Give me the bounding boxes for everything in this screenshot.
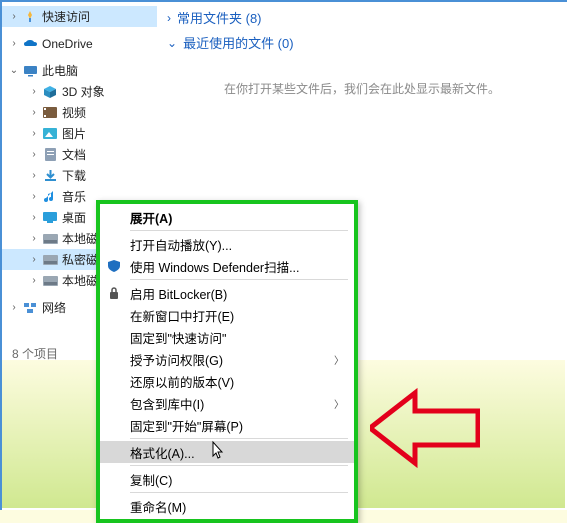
- tree-documents[interactable]: › 文档: [2, 144, 157, 165]
- empty-hint-text: 在你打开某些文件后，我们会在此处显示最新文件。: [167, 80, 557, 97]
- ctx-label: 固定到"开始"屏幕(P): [130, 416, 243, 435]
- network-icon: [22, 300, 38, 316]
- ctx-label: 展开(A): [130, 208, 172, 227]
- tree-label: OneDrive: [42, 37, 93, 51]
- ctx-label: 固定到"快速访问": [130, 328, 226, 347]
- ctx-expand[interactable]: 展开(A): [100, 206, 354, 228]
- caret-right-icon: ›: [28, 149, 40, 160]
- drive-icon: [42, 231, 58, 247]
- download-icon: [42, 168, 58, 184]
- shield-icon: [106, 258, 122, 274]
- caret-right-icon: ›: [8, 302, 20, 313]
- drive-icon: [42, 252, 58, 268]
- caret-right-icon: ›: [8, 38, 20, 49]
- separator: [130, 279, 348, 280]
- ctx-restore[interactable]: 还原以前的版本(V): [100, 370, 354, 392]
- ctx-label: 在新窗口中打开(E): [130, 306, 234, 325]
- tree-label: 快速访问: [42, 8, 90, 25]
- pc-icon: [22, 63, 38, 79]
- ctx-label: 使用 Windows Defender扫描...: [130, 257, 300, 276]
- caret-down-icon: ⌄: [167, 36, 177, 50]
- caret-right-icon: ›: [28, 86, 40, 97]
- tree-label: 图片: [62, 125, 86, 142]
- ctx-new-window[interactable]: 在新窗口中打开(E): [100, 304, 354, 326]
- tree-label: 桌面: [62, 209, 86, 226]
- ctx-label: 启用 BitLocker(B): [130, 284, 227, 303]
- chevron-right-icon: 〉: [334, 352, 344, 367]
- caret-right-icon: ›: [167, 11, 171, 25]
- tree-label: 音乐: [62, 188, 86, 205]
- caret-right-icon: ›: [28, 170, 40, 181]
- ctx-pin-start[interactable]: 固定到"开始"屏幕(P): [100, 414, 354, 436]
- caret-right-icon: ›: [28, 107, 40, 118]
- tree-pictures[interactable]: › 图片: [2, 123, 157, 144]
- ctx-format[interactable]: 格式化(A)...: [100, 441, 354, 463]
- recent-files-header[interactable]: ⌄ 最近使用的文件 (0): [167, 33, 557, 52]
- ctx-label: 包含到库中(I): [130, 394, 204, 413]
- desktop-icon: [42, 210, 58, 226]
- ctx-label: 重命名(M): [130, 497, 186, 516]
- tree-label: 视频: [62, 104, 86, 121]
- pin-icon: [22, 9, 38, 25]
- caret-right-icon: ›: [28, 128, 40, 139]
- ctx-label: 复制(C): [130, 470, 172, 489]
- tree-label: 此电脑: [42, 62, 78, 79]
- lock-icon: [106, 285, 122, 301]
- tree-label: 下载: [62, 167, 86, 184]
- ctx-autoplay[interactable]: 打开自动播放(Y)...: [100, 233, 354, 255]
- caret-right-icon: ›: [8, 11, 20, 22]
- caret-down-icon: ⌄: [8, 65, 20, 76]
- separator: [130, 230, 348, 231]
- ctx-bitlocker[interactable]: 启用 BitLocker(B): [100, 282, 354, 304]
- ctx-label: 还原以前的版本(V): [130, 372, 234, 391]
- ctx-label: 打开自动播放(Y)...: [130, 235, 232, 254]
- frequent-folders-header[interactable]: › 常用文件夹 (8): [167, 8, 557, 27]
- tree-label: 网络: [42, 299, 66, 316]
- ctx-label: 格式化(A)...: [130, 443, 195, 462]
- video-icon: [42, 105, 58, 121]
- ctx-defender[interactable]: 使用 Windows Defender扫描...: [100, 255, 354, 277]
- recent-files-label: 最近使用的文件 (0): [183, 33, 294, 52]
- caret-right-icon: ›: [28, 275, 40, 286]
- context-menu: 展开(A) 打开自动播放(Y)... 使用 Windows Defender扫描…: [96, 200, 358, 523]
- tree-this-pc[interactable]: ⌄ 此电脑: [2, 60, 157, 81]
- separator: [130, 438, 348, 439]
- caret-right-icon: ›: [28, 233, 40, 244]
- ctx-pin-quick[interactable]: 固定到"快速访问": [100, 326, 354, 348]
- tree-onedrive[interactable]: › OneDrive: [2, 33, 157, 54]
- tree-label: 文档: [62, 146, 86, 163]
- ctx-label: 授予访问权限(G): [130, 350, 223, 369]
- caret-right-icon: ›: [28, 254, 40, 265]
- frequent-folders-label: 常用文件夹 (8): [177, 8, 262, 27]
- document-icon: [42, 147, 58, 163]
- picture-icon: [42, 126, 58, 142]
- cube-icon: [42, 84, 58, 100]
- music-icon: [42, 189, 58, 205]
- cloud-icon: [22, 36, 38, 52]
- tree-downloads[interactable]: › 下载: [2, 165, 157, 186]
- tree-quick-access[interactable]: › 快速访问: [2, 6, 157, 27]
- ctx-include-lib[interactable]: 包含到库中(I) 〉: [100, 392, 354, 414]
- ctx-copy[interactable]: 复制(C): [100, 468, 354, 490]
- tree-3d-objects[interactable]: › 3D 对象: [2, 81, 157, 102]
- separator: [130, 465, 348, 466]
- ctx-access[interactable]: 授予访问权限(G) 〉: [100, 348, 354, 370]
- tree-label: 3D 对象: [62, 83, 105, 100]
- caret-right-icon: ›: [28, 191, 40, 202]
- chevron-right-icon: 〉: [334, 396, 344, 411]
- caret-right-icon: ›: [28, 212, 40, 223]
- drive-icon: [42, 273, 58, 289]
- ctx-rename[interactable]: 重命名(M): [100, 495, 354, 517]
- tree-videos[interactable]: › 视频: [2, 102, 157, 123]
- separator: [130, 492, 348, 493]
